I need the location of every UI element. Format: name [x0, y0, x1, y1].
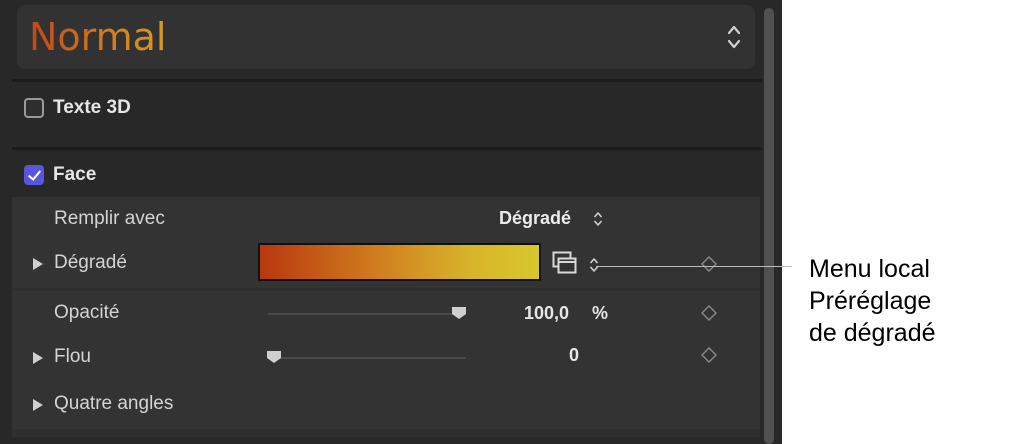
gradient-preset-chevrons-icon[interactable]: [589, 257, 599, 273]
divider: [12, 79, 762, 82]
fill-with-popup[interactable]: Dégradé: [499, 208, 571, 229]
preset-title: Normal: [29, 15, 167, 59]
blur-label: Flou: [54, 346, 91, 367]
opacity-unit: %: [592, 303, 609, 323]
keyframe-diamond-icon[interactable]: [701, 305, 717, 321]
face-label: Face: [53, 164, 97, 185]
four-corners-row: Quatre angles: [12, 382, 760, 429]
text-3d-checkbox[interactable]: [24, 98, 44, 118]
opacity-slider-track[interactable]: [268, 313, 466, 315]
blur-slider-track[interactable]: [268, 357, 466, 359]
gradient-label: Dégradé: [54, 252, 127, 273]
callout-label: Menu local Préréglage de dégradé: [809, 253, 936, 349]
keyframe-diamond-icon[interactable]: [701, 347, 717, 363]
blur-disclosure-triangle-icon[interactable]: [33, 352, 43, 364]
text-3d-option[interactable]: Texte 3D: [24, 97, 131, 119]
preset-popup[interactable]: Normal: [17, 5, 755, 69]
four-corners-label: Quatre angles: [54, 393, 174, 414]
gradient-disclosure-triangle-icon[interactable]: [33, 258, 43, 270]
blur-value[interactable]: 0: [569, 345, 579, 366]
fill-with-chevrons-icon[interactable]: [593, 211, 603, 227]
inspector-panel: Normal Texte 3D Face Remplir avec Dégrad…: [0, 0, 782, 444]
four-corners-disclosure-triangle-icon[interactable]: [33, 399, 43, 411]
opacity-value[interactable]: 100,0: [524, 303, 569, 324]
face-checkbox[interactable]: [24, 165, 44, 185]
gradient-bar[interactable]: [258, 243, 541, 281]
callout-leader-line: [596, 266, 792, 267]
fill-with-row: Remplir avec Dégradé: [12, 197, 760, 244]
face-properties: Remplir avec Dégradé Dégradé Opacité 100…: [12, 197, 760, 437]
gradient-row: Dégradé: [12, 241, 760, 288]
gradient-preset-icon[interactable]: [552, 251, 578, 275]
blur-slider-thumb[interactable]: [266, 350, 282, 364]
stepper-chevrons-icon: [727, 25, 741, 49]
fill-with-label: Remplir avec: [54, 208, 165, 229]
opacity-label: Opacité: [54, 302, 120, 323]
scrollbar[interactable]: [764, 8, 774, 444]
callout-line-3: de dégradé: [809, 319, 936, 347]
face-option[interactable]: Face: [24, 164, 96, 186]
keyframe-diamond-icon[interactable]: [701, 256, 717, 272]
text-3d-label: Texte 3D: [53, 97, 131, 118]
callout-line-2: Préréglage: [809, 287, 932, 315]
opacity-slider-thumb[interactable]: [451, 306, 467, 320]
blur-row: Flou 0: [12, 335, 760, 382]
callout-line-1: Menu local: [809, 255, 930, 283]
divider: [12, 147, 762, 150]
opacity-row: Opacité 100,0 %: [12, 291, 760, 338]
